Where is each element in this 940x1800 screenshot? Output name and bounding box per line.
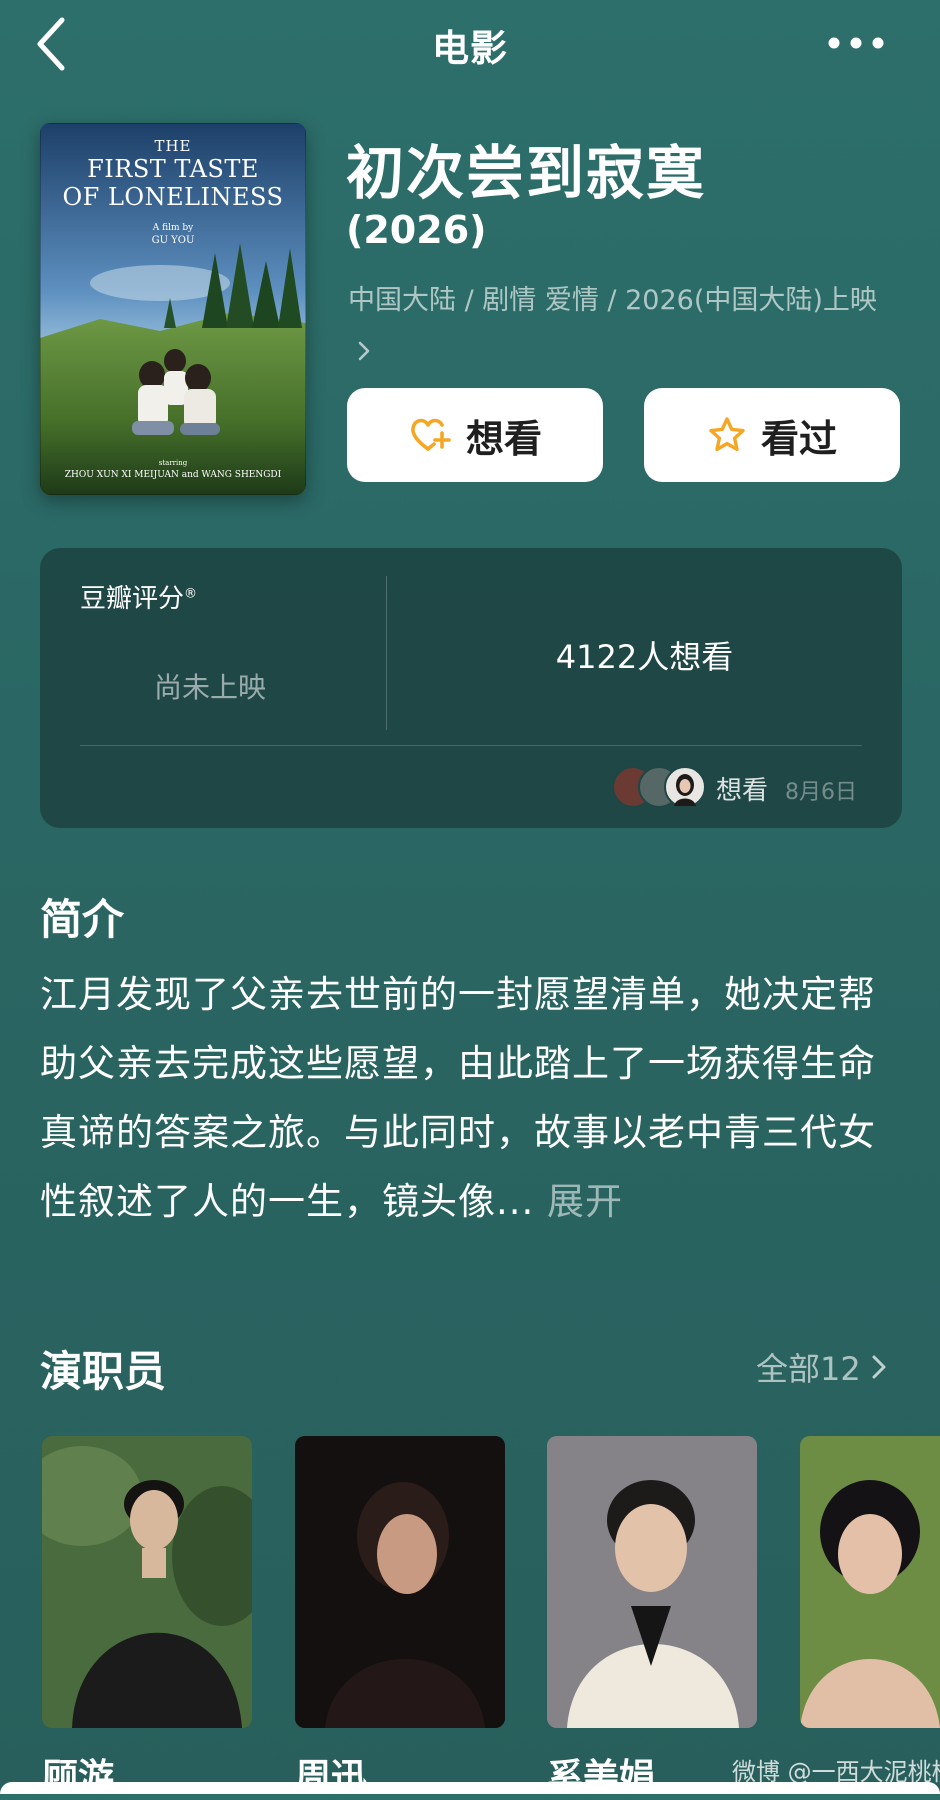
friend-avatars[interactable]	[612, 766, 712, 810]
douban-rating-label: 豆瓣评分®	[80, 578, 197, 615]
cast-view-all-link[interactable]: 全部12	[756, 1344, 887, 1390]
expand-link[interactable]: 展开	[534, 1180, 623, 1223]
rating-label-text: 豆瓣评分	[80, 584, 185, 614]
synopsis-body: 江月发现了父亲去世前的一封愿望清单，她决定帮助父亲去完成这些愿望，由此踏上了一场…	[40, 973, 876, 1223]
poster-director: GU YOU	[151, 235, 195, 246]
movie-year: (2026)	[346, 208, 487, 252]
cast-photo[interactable]	[42, 1436, 252, 1728]
cast-photo[interactable]	[800, 1436, 940, 1728]
movie-poster[interactable]: THE FIRST TASTE OF LONELINESS A film by …	[40, 123, 306, 495]
want-to-watch-button[interactable]: 想看	[347, 388, 603, 482]
watched-button[interactable]: 看过	[644, 388, 900, 482]
page-title: 电影	[432, 27, 508, 70]
bottom-sheet-edge	[0, 1782, 940, 1794]
poster-title-line2: OF LONELINESS	[62, 183, 284, 211]
cast-photo[interactable]	[547, 1436, 757, 1728]
movie-meta-text: 中国大陆 / 剧情 爱情 / 2026(中国大陆)上映	[348, 285, 877, 316]
more-dots-icon	[828, 37, 884, 49]
watched-label: 看过	[760, 416, 837, 461]
synopsis-text: 江月发现了父亲去世前的一封愿望清单，她决定帮助父亲去完成这些愿望，由此踏上了一场…	[40, 960, 902, 1236]
chevron-right-icon	[872, 1355, 886, 1379]
poster-film-by: A film by	[152, 223, 194, 233]
poster-title-line1: FIRST TASTE	[87, 155, 259, 183]
want-count[interactable]: 4122人想看	[387, 632, 902, 678]
more-button[interactable]	[826, 28, 886, 58]
chevron-right-icon	[358, 341, 370, 361]
actor-portrait	[800, 1436, 940, 1728]
poster-title-the: THE	[154, 137, 192, 155]
heart-plus-icon	[411, 418, 451, 451]
friend-action: 想看	[716, 776, 769, 806]
registered-mark: ®	[184, 586, 198, 602]
actor-portrait	[295, 1436, 505, 1728]
star-icon	[709, 417, 745, 452]
actor-portrait	[547, 1436, 757, 1728]
actor-portrait	[42, 1436, 252, 1728]
want-to-watch-label: 想看	[465, 416, 542, 461]
poster-starring: starring	[158, 459, 188, 467]
cast-photo[interactable]	[295, 1436, 505, 1728]
friend-action-date: 8月6日	[785, 780, 857, 805]
rating-status: 尚未上映	[153, 671, 266, 704]
cast-view-all-label: 全部12	[756, 1350, 861, 1388]
poster-cast-line: ZHOU XUN XI MEIJUAN and WANG SHENGDI	[64, 470, 282, 480]
movie-meta[interactable]: 中国大陆 / 剧情 爱情 / 2026(中国大陆)上映	[348, 276, 888, 376]
cast-heading: 演职员	[40, 1347, 167, 1396]
horizontal-divider	[80, 745, 862, 746]
rating-card: 豆瓣评分® 尚未上映 4122人想看 想看 8月6日	[40, 548, 902, 828]
avatar	[664, 766, 706, 808]
movie-title: 初次尝到寂寞	[346, 139, 707, 207]
avatar-portrait-icon	[674, 774, 696, 806]
synopsis-heading: 简介	[40, 895, 125, 944]
